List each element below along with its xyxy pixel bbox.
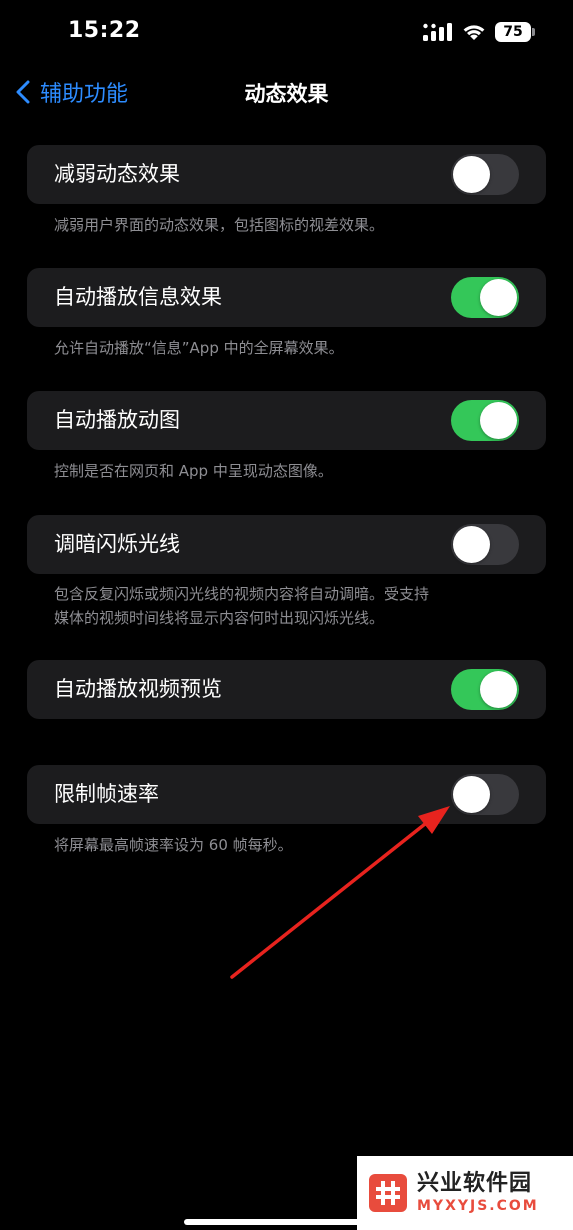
battery-level: 75 [503, 24, 523, 40]
footnote-line: 包含反复闪烁或频闪光线的视频内容将自动调暗。受支持 [54, 585, 430, 603]
setting-label: 自动播放视频预览 [54, 677, 222, 701]
setting-footnote: 允许自动播放“信息”App 中的全屏幕效果。 [54, 336, 524, 360]
auto-play-message-effects-toggle[interactable] [451, 277, 519, 318]
footnote-line: 允许自动播放“信息”App 中的全屏幕效果。 [54, 339, 344, 357]
auto-play-video-previews-toggle[interactable] [451, 669, 519, 710]
limit-frame-rate-toggle[interactable] [451, 774, 519, 815]
footnote-line: 媒体的视频时间线将显示内容何时出现闪烁光线。 [54, 609, 385, 627]
watermark-name: 兴业软件园 [417, 1171, 533, 1196]
toggle-knob [480, 671, 517, 708]
toggle-knob [480, 279, 517, 316]
setting-footnote: 控制是否在网页和 App 中呈现动态图像。 [54, 459, 524, 483]
setting-label: 自动播放信息效果 [54, 285, 222, 309]
footnote-line: 减弱用户界面的动态效果，包括图标的视差效果。 [54, 216, 385, 234]
toggle-knob [453, 526, 490, 563]
setting-footnote: 包含反复闪烁或频闪光线的视频内容将自动调暗。受支持 媒体的视频时间线将显示内容何… [54, 582, 524, 630]
navigation-bar: 辅助功能 动态效果 [0, 66, 573, 118]
setting-label: 限制帧速率 [54, 782, 159, 806]
setting-row-auto-play-message-effects: 自动播放信息效果 [27, 268, 546, 327]
watermark-url: MYXYJS.COM [417, 1198, 539, 1214]
reduce-motion-toggle[interactable] [451, 154, 519, 195]
cellular-signal-icon [423, 23, 452, 41]
footnote-line: 控制是否在网页和 App 中呈现动态图像。 [54, 462, 333, 480]
setting-footnote: 减弱用户界面的动态效果，包括图标的视差效果。 [54, 213, 524, 237]
toggle-knob [453, 156, 490, 193]
watermark: 兴业软件园 MYXYJS.COM [357, 1156, 573, 1230]
setting-row-auto-play-video-previews: 自动播放视频预览 [27, 660, 546, 719]
setting-label: 自动播放动图 [54, 408, 180, 432]
setting-row-dim-flashing-lights: 调暗闪烁光线 [27, 515, 546, 574]
watermark-text: 兴业软件园 MYXYJS.COM [417, 1171, 539, 1215]
setting-row-auto-play-animated-images: 自动播放动图 [27, 391, 546, 450]
setting-label: 减弱动态效果 [54, 162, 180, 186]
watermark-logo-icon [369, 1174, 407, 1212]
toggle-knob [453, 776, 490, 813]
wifi-icon [463, 25, 485, 40]
status-bar: 15:22 75 [0, 0, 573, 66]
setting-row-reduce-motion: 减弱动态效果 [27, 145, 546, 204]
auto-play-animated-images-toggle[interactable] [451, 400, 519, 441]
setting-row-limit-frame-rate: 限制帧速率 [27, 765, 546, 824]
setting-footnote: 将屏幕最高帧速率设为 60 帧每秒。 [54, 833, 524, 857]
status-icons: 75 [423, 22, 535, 42]
setting-label: 调暗闪烁光线 [54, 532, 180, 556]
page-title: 动态效果 [244, 82, 329, 106]
dim-flashing-lights-toggle[interactable] [451, 524, 519, 565]
battery-icon: 75 [495, 22, 535, 42]
footnote-line: 将屏幕最高帧速率设为 60 帧每秒。 [54, 836, 293, 854]
toggle-knob [480, 402, 517, 439]
battery-tip [532, 28, 535, 36]
status-time: 15:22 [68, 18, 141, 43]
